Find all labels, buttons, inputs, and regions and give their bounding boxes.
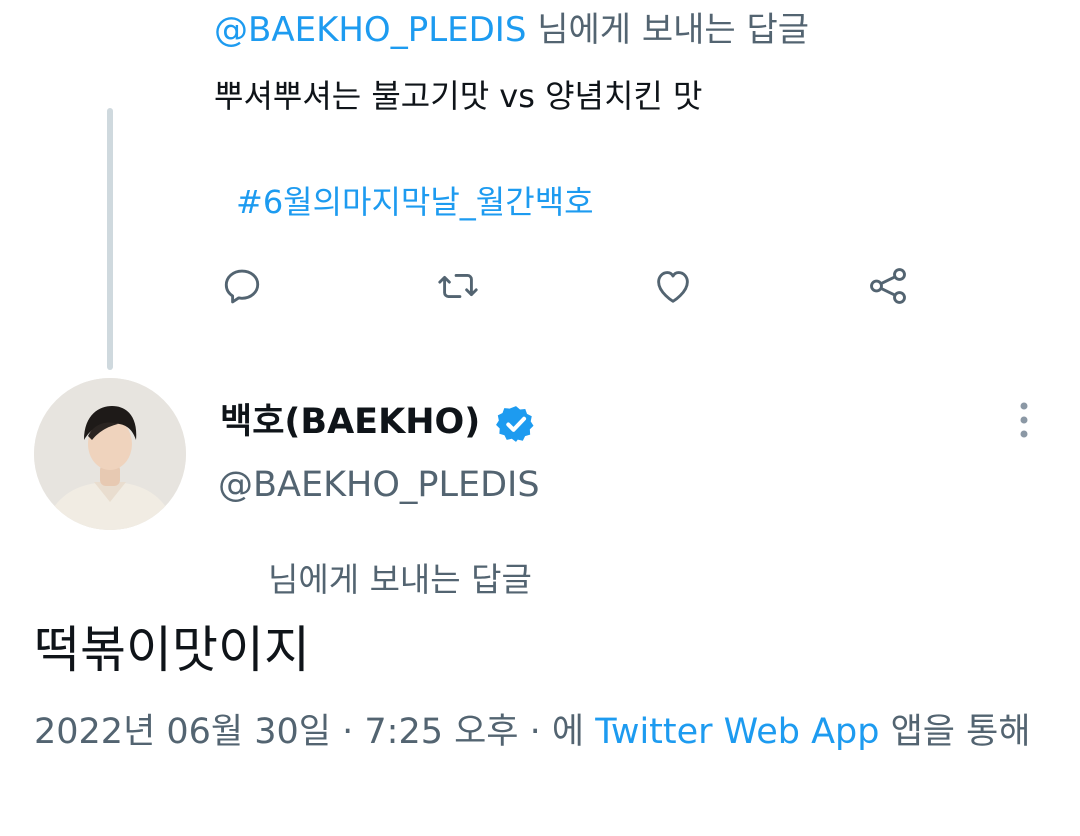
via-prefix: 에 xyxy=(551,712,596,752)
via-suffix: 앱을 통해 xyxy=(879,712,1031,752)
verified-badge-icon xyxy=(495,403,537,445)
retweet-button[interactable] xyxy=(432,262,484,314)
username[interactable]: @BAEKHO_PLEDIS xyxy=(218,461,540,509)
share-icon xyxy=(865,263,911,313)
tweet-date[interactable]: 2022년 06월 30일 xyxy=(34,712,331,752)
meta-separator: · xyxy=(518,712,552,752)
like-button[interactable] xyxy=(647,262,699,314)
display-name[interactable]: 백호(BAEKHO) xyxy=(220,398,480,446)
more-options-button[interactable] xyxy=(1004,402,1044,442)
retweet-icon xyxy=(435,263,481,313)
reply-icon xyxy=(219,263,265,313)
share-button[interactable] xyxy=(862,262,914,314)
parent-hashtag-link[interactable]: #6월의마지막날_월간백호 xyxy=(236,182,594,222)
meta-separator: · xyxy=(331,712,365,752)
tweet-metadata: 2022년 06월 30일 · 7:25 오후 · 에 Twitter Web … xyxy=(34,706,1044,758)
tweet-source-link[interactable]: Twitter Web App xyxy=(595,712,879,752)
replying-to-label: 님에게 보내는 답글 xyxy=(268,560,532,599)
thread-connector-line xyxy=(107,108,113,370)
parent-reply-label: 님에게 보내는 답글 xyxy=(526,10,810,50)
more-vertical-icon xyxy=(1019,400,1029,444)
tweet-text: 떡볶이맛이지 xyxy=(34,621,310,679)
avatar[interactable] xyxy=(34,378,186,530)
parent-tweet-text: 뿌셔뿌셔는 불고기맛 vs 양념치킨 맛 xyxy=(214,77,703,115)
reply-button[interactable] xyxy=(216,262,268,314)
like-icon xyxy=(650,263,696,313)
parent-reply-handle-link[interactable]: @BAEKHO_PLEDIS xyxy=(214,10,526,50)
parent-replying-to: @BAEKHO_PLEDIS 님에게 보내는 답글 xyxy=(214,8,809,52)
tweet-time[interactable]: 7:25 오후 xyxy=(364,712,518,752)
